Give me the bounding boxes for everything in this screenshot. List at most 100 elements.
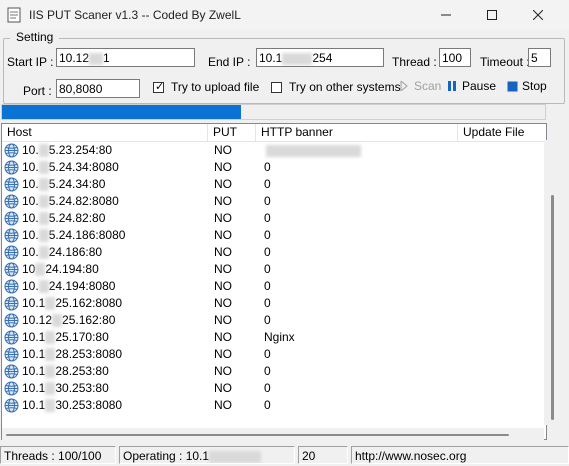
other-systems-checkbox[interactable] xyxy=(271,82,282,93)
horizontal-scrollbar[interactable] xyxy=(2,428,544,440)
thread-label: Thread : xyxy=(392,55,437,69)
pause-button[interactable]: Pause xyxy=(446,77,496,95)
table-row[interactable]: 10. 5.23.254:80 NO xyxy=(2,142,532,159)
globe-icon xyxy=(4,296,19,311)
host-cell: 10.1 28.253:80 xyxy=(22,363,109,380)
redaction-blur xyxy=(45,297,56,311)
host-suffix: 24.194:8080 xyxy=(48,279,116,293)
host-prefix: 10. xyxy=(22,194,39,208)
vertical-scrollbar[interactable] xyxy=(544,140,561,425)
host-cell: 10. 24.194:8080 xyxy=(22,278,115,295)
status-url: http://www.nosec.org xyxy=(351,446,569,464)
timeout-field[interactable]: 5 xyxy=(528,48,551,67)
redaction-blur xyxy=(35,263,46,277)
table-row[interactable]: 10. 5.24.34:80 NO 0 xyxy=(2,176,532,193)
table-row[interactable]: 10. 5.24.82:80 NO 0 xyxy=(2,210,532,227)
redaction-blur xyxy=(38,195,49,209)
host-cell: 10.1 25.170:80 xyxy=(22,329,109,346)
table-row[interactable]: 10.1 30.253:80 NO 0 xyxy=(2,380,532,397)
banner-cell: Nginx xyxy=(264,330,295,344)
table-row[interactable]: 10. 24.194:8080 NO 0 xyxy=(2,278,532,295)
host-prefix: 10. xyxy=(22,228,39,242)
banner-cell: 0 xyxy=(264,381,271,395)
host-prefix: 10.12 xyxy=(22,313,53,327)
upload-label[interactable]: Try to upload file xyxy=(171,80,259,94)
upload-checkbox[interactable]: ✓ xyxy=(153,81,164,93)
banner-cell: 0 xyxy=(264,194,271,208)
app-icon xyxy=(7,7,21,23)
globe-icon xyxy=(4,313,19,328)
stop-button[interactable]: Stop xyxy=(506,77,547,95)
host-prefix: 10. xyxy=(22,143,39,157)
globe-icon xyxy=(4,177,19,192)
horizontal-scroll-thumb[interactable] xyxy=(6,434,509,436)
redaction-blur xyxy=(45,348,56,362)
other-systems-label[interactable]: Try on other systems xyxy=(289,80,401,94)
banner-cell: 0 xyxy=(264,313,271,327)
redaction-blur xyxy=(38,144,49,158)
host-prefix: 10. xyxy=(22,279,39,293)
scan-label: Scan xyxy=(414,79,442,93)
table-row[interactable]: 10.1 28.253:80 NO 0 xyxy=(2,363,532,380)
put-cell: NO xyxy=(214,245,232,259)
host-suffix: 30.253:80 xyxy=(55,381,109,395)
results-list[interactable]: Host PUT HTTP banner Update File 10. 5.23… xyxy=(1,123,547,440)
table-row[interactable]: 10.1 25.162:8080 NO 0 xyxy=(2,295,532,312)
banner-cell: 0 xyxy=(264,364,271,378)
start-ip-field[interactable]: 10.12 1 xyxy=(56,48,195,67)
status-operating-text: Operating : 10.1 xyxy=(123,449,210,463)
title-bar[interactable]: IIS PUT Scaner v1.3 -- Coded By ZwelL xyxy=(0,0,569,30)
table-row[interactable]: 10.12 25.162:80 NO 0 xyxy=(2,312,532,329)
table-row[interactable]: 10. 24.186:80 NO 0 xyxy=(2,244,532,261)
column-header-update-file[interactable]: Update File xyxy=(458,124,546,141)
table-row[interactable]: 10.1 25.170:80 NO Nginx xyxy=(2,329,532,346)
column-header-put[interactable]: PUT xyxy=(208,124,256,141)
vertical-scroll-thumb[interactable] xyxy=(551,195,554,420)
redaction-blur xyxy=(45,382,56,396)
status-bar: Threads : 100/100 Operating : 10.1 20 ht… xyxy=(0,444,569,466)
timeout-label: Timeout : xyxy=(480,55,530,69)
put-cell: NO xyxy=(214,160,232,174)
port-field[interactable]: 80,8080 xyxy=(56,79,140,98)
thread-field[interactable]: 100 xyxy=(439,48,471,67)
host-prefix: 10. xyxy=(22,245,39,259)
table-row[interactable]: 10. 5.24.34:8080 NO 0 xyxy=(2,159,532,176)
host-prefix: 10.1 xyxy=(22,381,46,395)
globe-icon xyxy=(4,398,19,413)
minimize-button[interactable] xyxy=(423,0,469,30)
globe-icon xyxy=(4,228,19,243)
put-cell: NO xyxy=(214,143,232,157)
redaction-blur xyxy=(282,52,313,65)
table-row[interactable]: 10 24.194:80 NO 0 xyxy=(2,261,532,278)
close-button[interactable] xyxy=(515,0,561,30)
host-prefix: 10.1 xyxy=(22,296,46,310)
column-header-host[interactable]: Host xyxy=(2,124,208,141)
host-suffix: 5.24.34:8080 xyxy=(48,160,119,174)
stop-icon xyxy=(506,80,518,92)
start-ip-label: Start IP : xyxy=(7,55,54,69)
host-suffix: 5.24.82:80 xyxy=(48,211,106,225)
host-suffix: 28.253:8080 xyxy=(55,347,123,361)
status-count: 20 xyxy=(298,446,348,464)
table-row[interactable]: 10. 5.24.82:8080 NO 0 xyxy=(2,193,532,210)
redaction-blur xyxy=(45,331,56,345)
host-cell: 10.1 30.253:8080 xyxy=(22,397,122,414)
end-ip-field[interactable]: 10.1 254 xyxy=(256,48,384,67)
maximize-button[interactable] xyxy=(469,0,515,30)
table-row[interactable]: 10. 5.24.186:8080 NO 0 xyxy=(2,227,532,244)
window-title: IIS PUT Scaner v1.3 -- Coded By ZwelL xyxy=(29,8,241,22)
scan-button[interactable]: Scan xyxy=(398,77,441,95)
status-operating: Operating : 10.1 xyxy=(119,446,295,464)
put-cell: NO xyxy=(214,398,232,412)
put-cell: NO xyxy=(214,364,232,378)
redaction-blur xyxy=(38,212,49,226)
globe-icon xyxy=(4,262,19,277)
stop-label: Stop xyxy=(522,79,547,93)
put-cell: NO xyxy=(214,381,232,395)
put-cell: NO xyxy=(214,177,232,191)
host-prefix: 10.1 xyxy=(22,398,46,412)
redaction-blur xyxy=(89,52,104,65)
table-row[interactable]: 10.1 28.253:8080 NO 0 xyxy=(2,346,532,363)
table-row[interactable]: 10.1 30.253:8080 NO 0 xyxy=(2,397,532,414)
column-header-banner[interactable]: HTTP banner xyxy=(256,124,458,141)
